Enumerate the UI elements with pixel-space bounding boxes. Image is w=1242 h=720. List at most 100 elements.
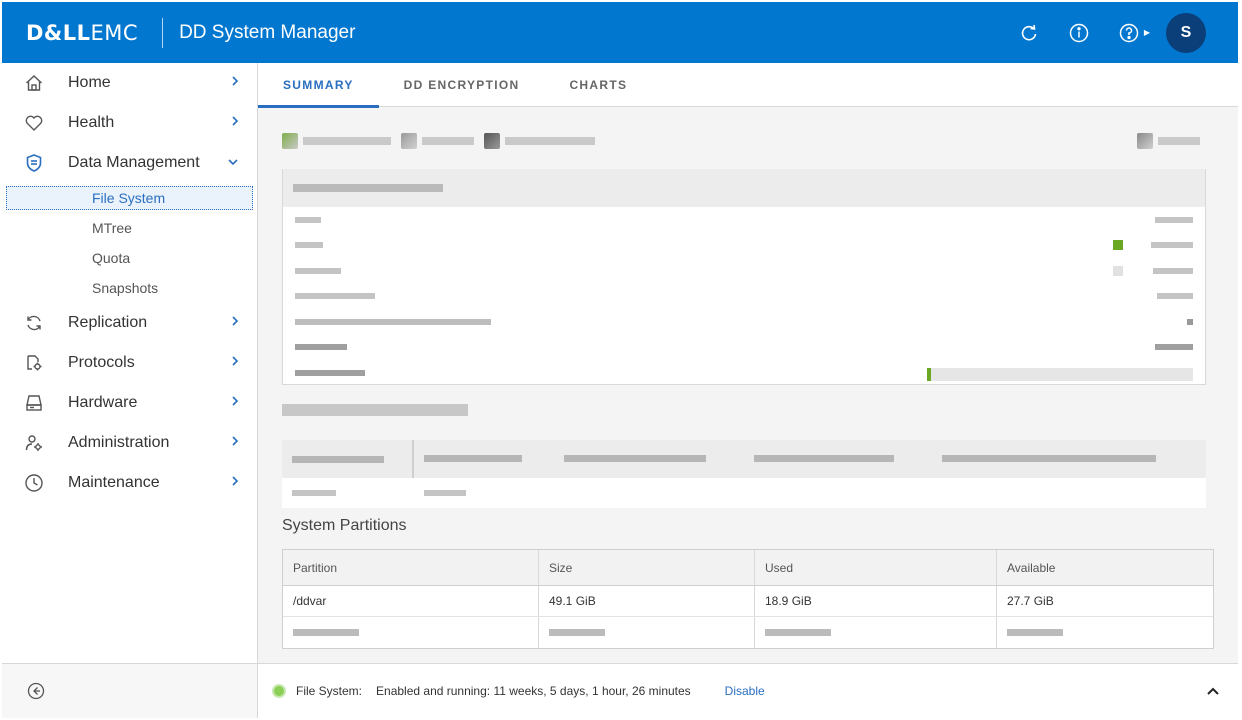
header-divider xyxy=(162,17,164,48)
sidebar-subitem-file-system[interactable]: File System xyxy=(6,186,253,210)
heart-icon xyxy=(24,113,44,133)
admin-icon xyxy=(24,433,44,453)
sidebar-item-health[interactable]: Health xyxy=(2,103,257,143)
sidebar-item-hardware[interactable]: Hardware xyxy=(2,383,257,423)
used-cell: 18.9 GiB xyxy=(755,586,997,616)
sidebar-item-protocols[interactable]: Protocols xyxy=(2,343,257,383)
column-header xyxy=(414,453,554,465)
app-header: D&LLEMC DD System Manager ▶ S xyxy=(2,2,1238,63)
chevron-right-icon xyxy=(231,475,239,490)
toolbar-action-icon xyxy=(484,133,500,149)
brand: D&LLEMC DD System Manager xyxy=(26,2,355,63)
chevron-right-icon xyxy=(231,75,239,90)
disable-link[interactable]: Disable xyxy=(725,684,765,698)
toolbar-settings-button[interactable] xyxy=(1137,133,1200,149)
system-partitions-table: Partition Size Used Available /ddvar 49.… xyxy=(282,549,1214,649)
partitions-header: Partition Size Used Available xyxy=(283,550,1213,586)
sidebar-item-label: Home xyxy=(68,74,111,91)
sidebar-subitem-mtree[interactable]: MTree xyxy=(2,213,257,243)
active-tier-table xyxy=(282,440,1206,508)
toolbar-button-2[interactable] xyxy=(401,133,474,149)
info-icon[interactable] xyxy=(1068,22,1090,44)
main-content: SUMMARY DD ENCRYPTION CHARTS System Part… xyxy=(258,63,1238,663)
usage-row xyxy=(283,309,1205,335)
sidebar-item-label: Administration xyxy=(68,434,170,451)
tab-summary[interactable]: SUMMARY xyxy=(258,63,379,108)
column-header xyxy=(554,453,744,465)
cleaning-progress-bar xyxy=(927,368,1193,381)
summary-content: System Partitions Partition Size Used Av… xyxy=(282,119,1214,659)
table-row: /ddvar 49.1 GiB 18.9 GiB 27.7 GiB xyxy=(283,586,1213,617)
available-cell: 27.7 GiB xyxy=(1007,594,1054,608)
status-label: File System: xyxy=(296,684,363,698)
sidebar-item-replication[interactable]: Replication xyxy=(2,303,257,343)
status-bar: File System: Enabled and running: 11 wee… xyxy=(258,663,1238,718)
user-avatar[interactable]: S xyxy=(1166,12,1206,53)
column-header xyxy=(744,453,932,465)
partition-cell: /ddvar xyxy=(283,586,539,616)
table-row xyxy=(283,617,1213,648)
sidebar-subitem-snapshots[interactable]: Snapshots xyxy=(2,273,257,303)
chevron-right-icon xyxy=(231,435,239,450)
usage-row xyxy=(283,360,1205,386)
table-row xyxy=(282,478,1206,508)
sidebar-item-administration[interactable]: Administration xyxy=(2,423,257,463)
chevron-right-icon xyxy=(231,355,239,370)
usage-row xyxy=(283,207,1205,233)
clock-icon xyxy=(24,473,44,493)
usage-panel xyxy=(282,169,1206,385)
sidebar: Home Health Data Management File System … xyxy=(2,63,258,718)
help-icon[interactable] xyxy=(1118,22,1140,44)
sidebar-item-label: Data Management xyxy=(68,154,200,171)
size-cell xyxy=(539,617,755,648)
system-partitions-title: System Partitions xyxy=(282,517,407,534)
toolbar-action-icon xyxy=(282,133,298,149)
tab-charts[interactable]: CHARTS xyxy=(544,63,652,107)
usage-panel-header xyxy=(283,169,1205,207)
tab-bar: SUMMARY DD ENCRYPTION CHARTS xyxy=(258,63,1238,108)
printer-icon xyxy=(1137,133,1153,149)
toolbar-button-1[interactable] xyxy=(282,133,391,149)
column-header: Partition xyxy=(283,550,539,585)
column-header: Available xyxy=(1007,560,1056,575)
sidebar-item-home[interactable]: Home xyxy=(2,63,257,103)
tab-dd-encryption[interactable]: DD ENCRYPTION xyxy=(379,63,545,107)
column-header: Used xyxy=(755,550,997,585)
used-swatch xyxy=(1113,240,1123,251)
size-cell: 49.1 GiB xyxy=(539,586,755,616)
app-title: DD System Manager xyxy=(179,21,356,43)
sync-icon xyxy=(24,313,44,333)
chevron-right-icon xyxy=(231,115,239,130)
active-tier-header xyxy=(282,440,1206,478)
sidebar-item-maintenance[interactable]: Maintenance xyxy=(2,463,257,503)
available-swatch xyxy=(1113,265,1123,276)
partition-cell xyxy=(283,617,539,648)
available-cell xyxy=(997,617,1213,648)
collapse-sidebar-icon[interactable] xyxy=(26,681,46,701)
sidebar-footer xyxy=(2,663,257,718)
header-actions: ▶ S xyxy=(990,2,1206,63)
dell-emc-logo: D&LLEMC xyxy=(26,20,139,45)
progress-fill xyxy=(927,368,931,381)
usage-row xyxy=(283,258,1205,284)
toolbar-button-3[interactable] xyxy=(484,133,595,149)
status-ok-icon xyxy=(272,684,286,698)
caret-right-icon: ▶ xyxy=(1143,28,1150,37)
protocols-icon xyxy=(24,353,44,373)
sidebar-item-label: Replication xyxy=(68,314,148,331)
column-header xyxy=(282,440,414,478)
chevron-up-icon[interactable] xyxy=(1206,684,1220,698)
help-menu[interactable]: ▶ xyxy=(1118,22,1150,44)
chevron-right-icon xyxy=(231,395,239,410)
sidebar-item-label: Health xyxy=(68,114,115,131)
refresh-icon[interactable] xyxy=(1018,22,1040,44)
sidebar-item-label: Protocols xyxy=(68,354,135,371)
hardware-icon xyxy=(24,393,44,413)
sidebar-item-label: Maintenance xyxy=(68,474,160,491)
status-value: Enabled and running: 11 weeks, 5 days, 1… xyxy=(376,684,691,698)
sidebar-subitem-quota[interactable]: Quota xyxy=(2,243,257,273)
sidebar-item-label: Hardware xyxy=(68,394,138,411)
shield-icon xyxy=(24,153,44,173)
usage-row xyxy=(283,335,1205,361)
sidebar-item-data-management[interactable]: Data Management xyxy=(2,143,257,183)
